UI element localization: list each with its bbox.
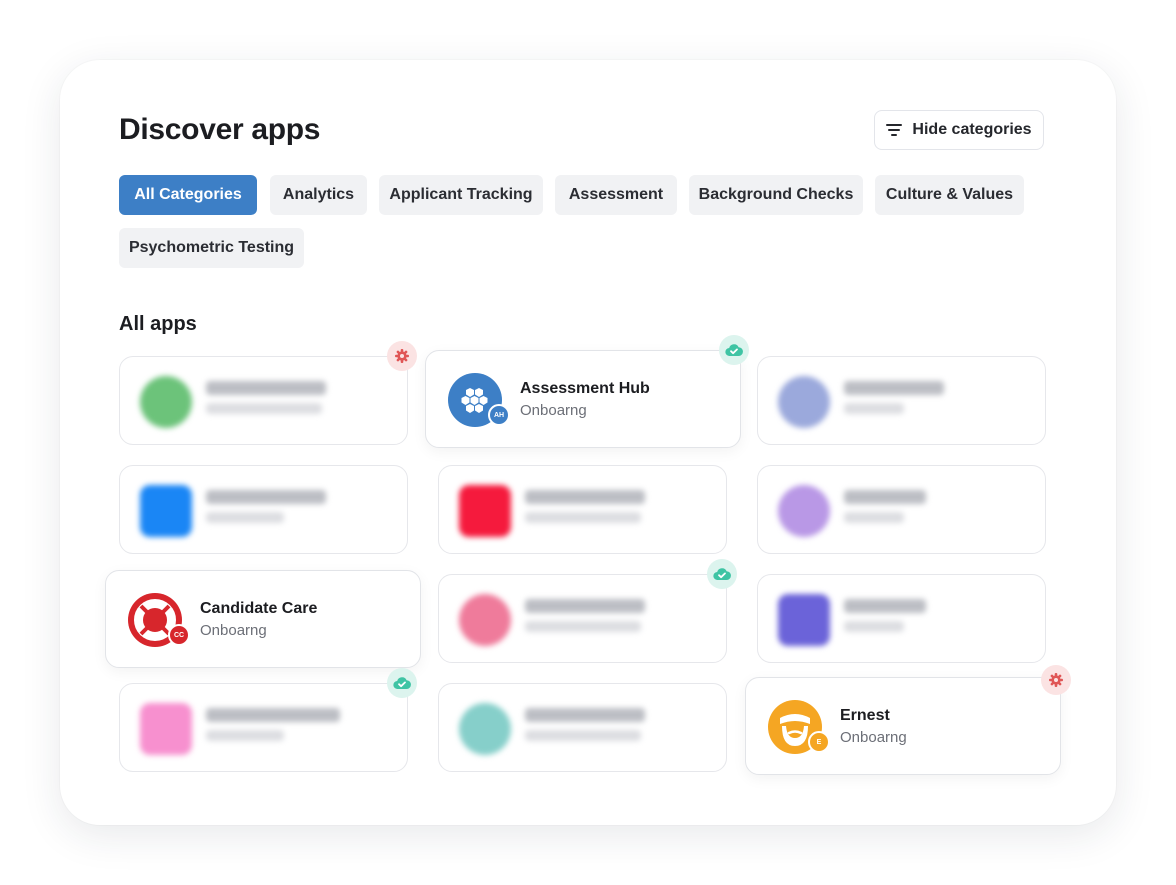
installed-cloud-icon [719,335,749,365]
app-card-blurred[interactable] [438,683,727,772]
category-chip-assessment[interactable]: Assessment [555,175,677,215]
app-logo [140,485,192,537]
app-logo [459,485,511,537]
app-card-blurred[interactable] [757,356,1046,445]
filter-lines-icon [886,124,903,136]
app-category: Onboarng [520,402,587,419]
settings-gear-icon[interactable] [1041,665,1071,695]
section-title-all-apps: All apps [119,313,197,335]
page-title: Discover apps [119,113,321,146]
app-logo [140,376,192,428]
app-logo [140,703,192,755]
hide-categories-label: Hide categories [912,121,1032,138]
category-chip-psychometric-testing[interactable]: Psychometric Testing [119,228,304,268]
app-logo [459,594,511,646]
category-chip-background-checks[interactable]: Background Checks [689,175,863,215]
category-chip-analytics[interactable]: Analytics [270,175,367,215]
installed-cloud-icon [707,559,737,589]
category-chip-all[interactable]: All Categories [119,175,257,215]
app-card-blurred[interactable] [119,683,408,772]
app-category: Onboarng [200,622,267,639]
app-card-blurred[interactable] [757,574,1046,663]
app-card-candidate-care[interactable]: CC Candidate Care Onboarng [105,570,421,668]
settings-gear-icon[interactable] [387,341,417,371]
hide-categories-button[interactable]: Hide categories [874,110,1044,150]
app-logo [778,485,830,537]
category-chip-culture-values[interactable]: Culture & Values [875,175,1024,215]
app-initials-badge: E [808,731,830,753]
category-chip-applicant-tracking[interactable]: Applicant Tracking [379,175,543,215]
app-name: Ernest [840,707,890,724]
app-logo [778,594,830,646]
app-name: Assessment Hub [520,380,650,397]
installed-cloud-icon [387,668,417,698]
app-name: Candidate Care [200,600,318,617]
app-card-blurred[interactable] [119,356,408,445]
app-initials-badge: CC [168,624,190,646]
app-category: Onboarng [840,729,907,746]
app-card-assessment-hub[interactable]: AH Assessment Hub Onboarng [425,350,741,448]
app-card-blurred[interactable] [438,465,727,554]
app-card-blurred[interactable] [757,465,1046,554]
app-card-blurred[interactable] [119,465,408,554]
app-logo [778,376,830,428]
app-card-blurred[interactable] [438,574,727,663]
app-initials-badge: AH [488,404,510,426]
app-card-ernest[interactable]: E Ernest Onboarng [745,677,1061,775]
app-logo [459,703,511,755]
